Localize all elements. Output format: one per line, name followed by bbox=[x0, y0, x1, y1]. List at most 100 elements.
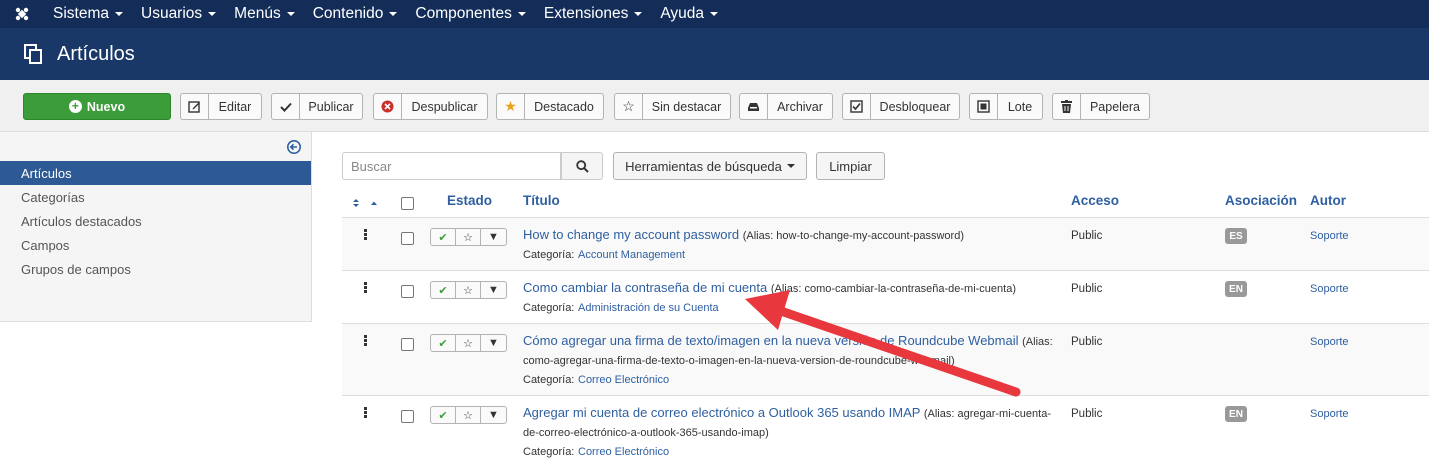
column-header-title[interactable]: Título bbox=[523, 193, 560, 208]
caret-down-icon bbox=[710, 12, 719, 16]
drag-handle-icon[interactable] bbox=[364, 407, 367, 419]
new-button[interactable]: + Nuevo bbox=[23, 93, 171, 120]
edit-button-label: Editar bbox=[218, 99, 252, 114]
featured-star-icon[interactable]: ☆ bbox=[456, 407, 481, 423]
actions-dropdown-icon[interactable]: ▼ bbox=[481, 229, 506, 245]
author-link[interactable]: Soporte bbox=[1310, 230, 1349, 242]
sidebar-item-grupos-de-campos[interactable]: Grupos de campos bbox=[0, 257, 311, 281]
column-header-association[interactable]: Asociación bbox=[1225, 193, 1297, 208]
association-badge[interactable]: ES bbox=[1225, 228, 1247, 244]
drag-handle-icon[interactable] bbox=[364, 229, 367, 241]
actions-dropdown-icon[interactable]: ▼ bbox=[481, 407, 506, 423]
sidebar-item-campos[interactable]: Campos bbox=[0, 233, 311, 257]
category-label: Categoría: bbox=[523, 302, 575, 314]
featured-button-label: Destacado bbox=[534, 99, 594, 114]
trash-button-label: Papelera bbox=[1089, 99, 1141, 114]
checkin-button[interactable]: Desbloquear bbox=[842, 93, 960, 120]
caret-down-icon bbox=[634, 12, 643, 16]
star-icon: ★ bbox=[497, 94, 525, 119]
menu-label: Contenido bbox=[312, 5, 384, 22]
state-button-group: ✔ ☆ ▼ bbox=[430, 228, 507, 246]
row-checkbox[interactable] bbox=[401, 410, 414, 423]
article-title-link[interactable]: Cómo agregar una firma de texto/imagen e… bbox=[523, 333, 1019, 348]
joomla-logo-icon[interactable] bbox=[0, 0, 44, 28]
sidebar-item-articulos[interactable]: Artículos bbox=[0, 161, 311, 185]
actions-dropdown-icon[interactable]: ▼ bbox=[481, 335, 506, 351]
search-tools-label: Herramientas de búsqueda bbox=[625, 158, 782, 174]
menu-usuarios[interactable]: Usuarios bbox=[132, 0, 225, 28]
published-check-icon[interactable]: ✔ bbox=[431, 229, 456, 245]
batch-button[interactable]: Lote bbox=[969, 93, 1043, 120]
menu-contenido[interactable]: Contenido bbox=[304, 0, 407, 28]
archive-button[interactable]: Archivar bbox=[739, 93, 833, 120]
author-link[interactable]: Soporte bbox=[1310, 408, 1349, 420]
menu-label: Menús bbox=[234, 5, 281, 22]
clear-button[interactable]: Limpiar bbox=[816, 152, 885, 180]
association-badge[interactable]: EN bbox=[1225, 281, 1247, 297]
column-header-state[interactable]: Estado bbox=[447, 193, 492, 208]
author-link[interactable]: Soporte bbox=[1310, 283, 1349, 295]
access-value: Public bbox=[1071, 230, 1103, 242]
article-title-link[interactable]: How to change my account password bbox=[523, 227, 739, 242]
search-button[interactable] bbox=[561, 152, 603, 180]
unfeatured-button-label: Sin destacar bbox=[651, 99, 722, 114]
menu-label: Extensiones bbox=[543, 5, 629, 22]
sidebar-item-categorias[interactable]: Categorías bbox=[0, 185, 311, 209]
drag-handle-icon[interactable] bbox=[364, 282, 367, 294]
article-title-link[interactable]: Como cambiar la contraseña de mi cuenta bbox=[523, 280, 767, 295]
drag-handle-icon[interactable] bbox=[364, 335, 367, 347]
archive-button-label: Archivar bbox=[777, 99, 823, 114]
category-label: Categoría: bbox=[523, 249, 575, 261]
ordering-sort-icon[interactable] bbox=[352, 196, 382, 207]
published-check-icon[interactable]: ✔ bbox=[431, 407, 456, 423]
category-link[interactable]: Correo Electrónico bbox=[578, 446, 669, 458]
unfeatured-button[interactable]: ☆ Sin destacar bbox=[614, 93, 731, 120]
unpublish-button[interactable]: Despublicar bbox=[373, 93, 488, 120]
author-link[interactable]: Soporte bbox=[1310, 336, 1349, 348]
sidebar: Artículos Categorías Artículos destacado… bbox=[0, 132, 312, 322]
actions-dropdown-icon[interactable]: ▼ bbox=[481, 282, 506, 298]
new-button-label: Nuevo bbox=[86, 99, 126, 114]
column-header-access[interactable]: Acceso bbox=[1071, 193, 1119, 208]
collapse-sidebar-icon[interactable] bbox=[287, 140, 301, 154]
menu-menus[interactable]: Menús bbox=[225, 0, 304, 28]
menu-sistema[interactable]: Sistema bbox=[44, 0, 132, 28]
copy-icon bbox=[24, 44, 42, 64]
search-tools-button[interactable]: Herramientas de búsqueda bbox=[613, 152, 807, 180]
access-value: Public bbox=[1071, 283, 1103, 295]
category-label: Categoría: bbox=[523, 446, 575, 458]
menu-componentes[interactable]: Componentes bbox=[406, 0, 535, 28]
featured-star-icon[interactable]: ☆ bbox=[456, 335, 481, 351]
featured-button[interactable]: ★ Destacado bbox=[496, 93, 604, 120]
article-alias: (Alias: how-to-change-my-account-passwor… bbox=[742, 230, 964, 242]
association-badge[interactable]: EN bbox=[1225, 406, 1247, 422]
state-button-group: ✔ ☆ ▼ bbox=[430, 334, 507, 352]
table-row: ✔ ☆ ▼ Agregar mi cuenta de correo electr… bbox=[342, 396, 1429, 465]
category-link[interactable]: Correo Electrónico bbox=[578, 374, 669, 386]
menu-ayuda[interactable]: Ayuda bbox=[651, 0, 727, 28]
select-all-checkbox[interactable] bbox=[401, 197, 414, 210]
featured-star-icon[interactable]: ☆ bbox=[456, 282, 481, 298]
article-title-link[interactable]: Agregar mi cuenta de correo electrónico … bbox=[523, 405, 920, 420]
menu-label: Ayuda bbox=[660, 5, 705, 22]
published-check-icon[interactable]: ✔ bbox=[431, 282, 456, 298]
caret-down-icon bbox=[517, 12, 526, 16]
column-header-author[interactable]: Autor bbox=[1310, 193, 1346, 208]
search-input[interactable] bbox=[342, 152, 561, 180]
row-checkbox[interactable] bbox=[401, 232, 414, 245]
featured-star-icon[interactable]: ☆ bbox=[456, 229, 481, 245]
sidebar-item-articulos-destacados[interactable]: Artículos destacados bbox=[0, 209, 311, 233]
menu-extensiones[interactable]: Extensiones bbox=[535, 0, 651, 28]
category-link[interactable]: Administración de su Cuenta bbox=[578, 302, 719, 314]
article-title-cell: Agregar mi cuenta de correo electrónico … bbox=[523, 404, 1058, 461]
published-check-icon[interactable]: ✔ bbox=[431, 335, 456, 351]
trash-button[interactable]: Papelera bbox=[1052, 93, 1150, 120]
state-button-group: ✔ ☆ ▼ bbox=[430, 281, 507, 299]
publish-button[interactable]: Publicar bbox=[271, 93, 363, 120]
category-link[interactable]: Account Management bbox=[578, 249, 685, 261]
row-checkbox[interactable] bbox=[401, 285, 414, 298]
edit-button[interactable]: Editar bbox=[180, 93, 262, 120]
search-icon bbox=[575, 159, 589, 173]
star-empty-icon: ☆ bbox=[615, 94, 643, 119]
row-checkbox[interactable] bbox=[401, 338, 414, 351]
